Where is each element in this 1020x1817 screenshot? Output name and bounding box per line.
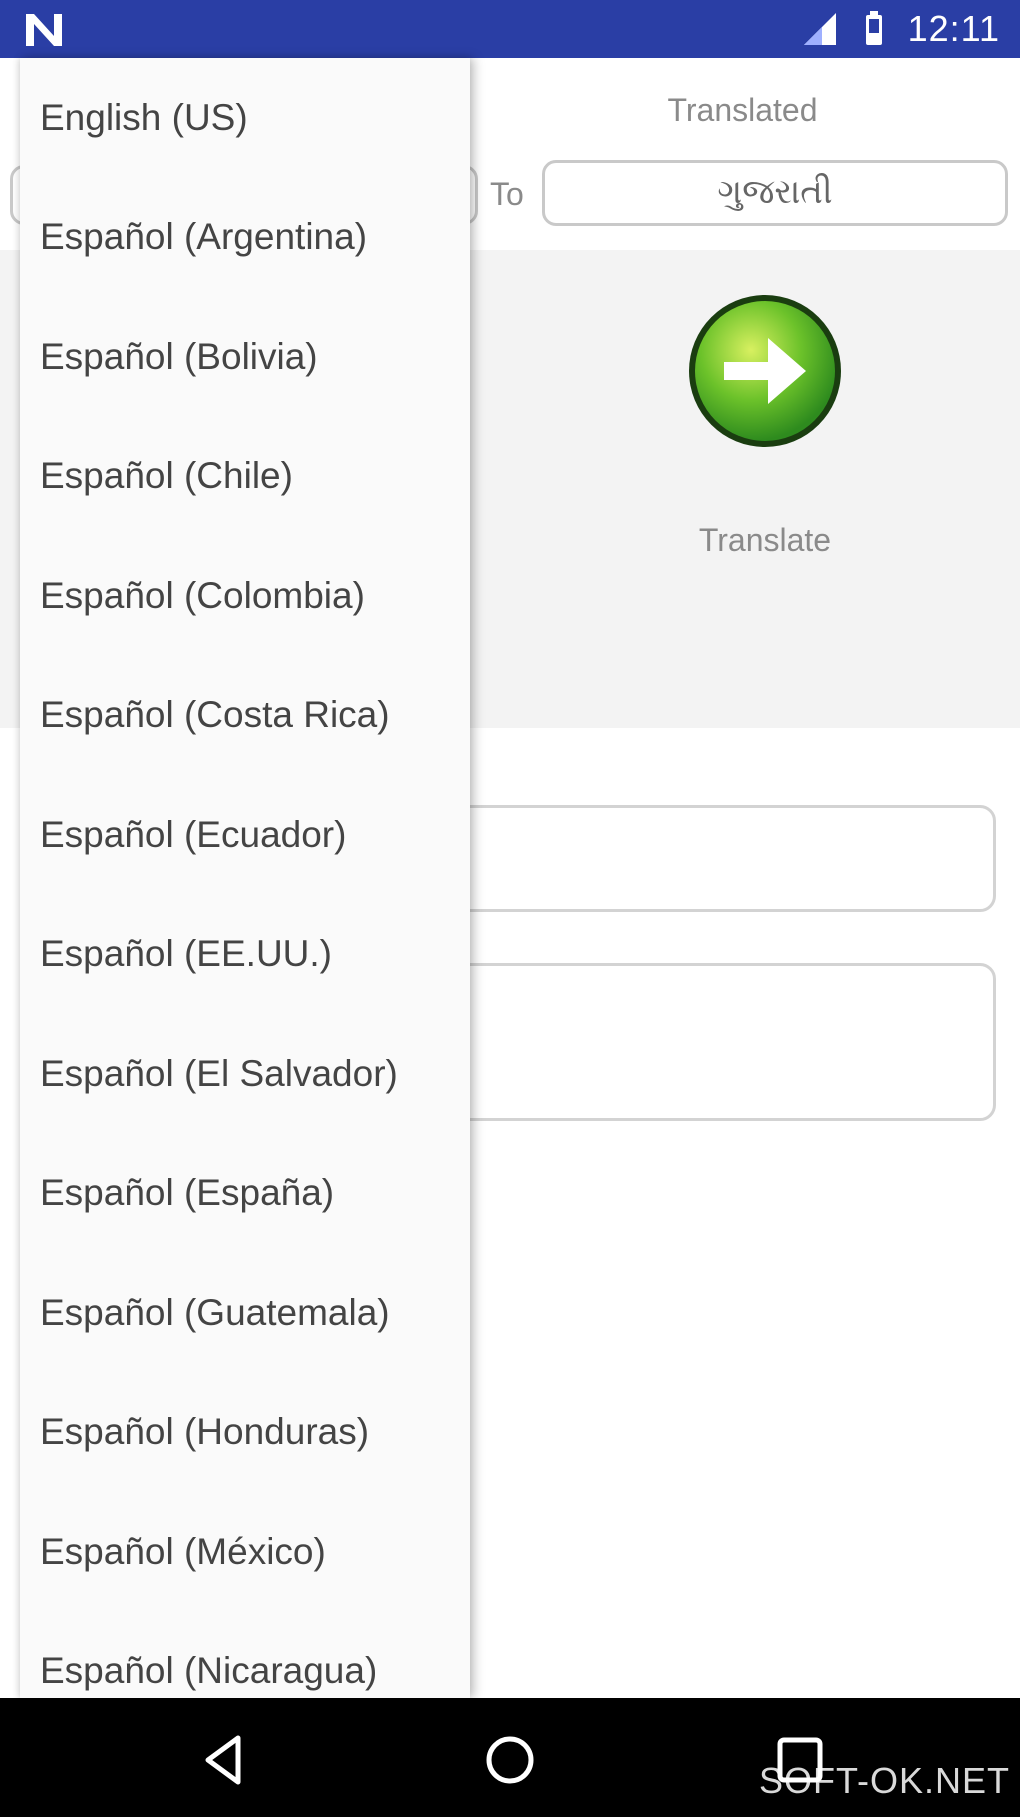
watermark: SOFT-OK.NET: [758, 1760, 1010, 1801]
screen: 12:11 Translated To ગુજરાતી Translate En…: [0, 0, 1020, 1817]
translate-button[interactable]: [686, 292, 844, 450]
language-option[interactable]: Español (El Salvador): [20, 1014, 470, 1134]
translate-label: Translate: [698, 522, 832, 558]
signal-icon: [803, 13, 836, 45]
language-option[interactable]: Español (Guatemala): [20, 1253, 470, 1373]
language-option[interactable]: English (US): [20, 58, 470, 178]
language-option[interactable]: Español (Chile): [20, 417, 470, 537]
source-text-input[interactable]: [420, 805, 996, 912]
language-option[interactable]: Español (Honduras): [20, 1373, 470, 1493]
target-language-select[interactable]: ગુજરાતી: [542, 160, 1008, 226]
language-option[interactable]: Español (Argentina): [20, 178, 470, 298]
language-option[interactable]: Español (Colombia): [20, 536, 470, 656]
language-option[interactable]: Español (Bolivia): [20, 297, 470, 417]
clock: 12:11: [907, 8, 1000, 49]
app-n-icon: [26, 14, 62, 46]
language-option[interactable]: Español (EE.UU.): [20, 895, 470, 1015]
language-option[interactable]: Español (España): [20, 1134, 470, 1254]
language-option[interactable]: Español (Ecuador): [20, 775, 470, 895]
translated-label: Translated: [667, 92, 818, 128]
language-option[interactable]: Español (México): [20, 1492, 470, 1612]
status-bar: 12:11: [0, 0, 1020, 58]
status-icons: 12:11: [800, 6, 1000, 52]
to-label: To: [490, 176, 524, 212]
back-icon[interactable]: [196, 1732, 252, 1788]
translated-text-output[interactable]: [420, 963, 996, 1121]
language-dropdown-list[interactable]: English (US) Español (Argentina) Español…: [20, 58, 470, 1698]
language-option[interactable]: Español (Costa Rica): [20, 656, 470, 776]
language-option[interactable]: Español (Nicaragua): [20, 1612, 470, 1699]
home-icon[interactable]: [482, 1732, 538, 1788]
battery-icon: [865, 11, 882, 45]
